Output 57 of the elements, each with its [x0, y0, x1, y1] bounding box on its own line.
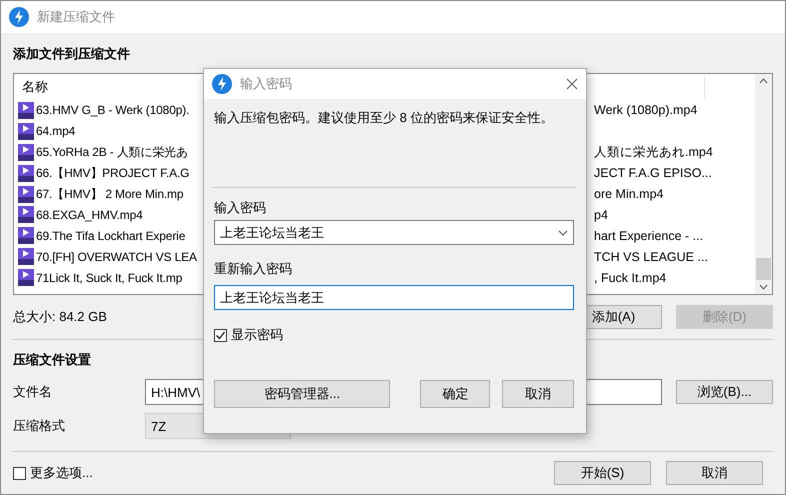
table-cell: TCH VS LEAGUE ...	[594, 250, 708, 264]
scroll-down-icon[interactable]	[759, 284, 768, 290]
file-name[interactable]: 71Lick It, Suck It, Fuck It.mp	[36, 270, 182, 285]
scroll-thumb[interactable]	[756, 258, 771, 280]
password-combo[interactable]: 上老王论坛当老王	[214, 220, 574, 245]
table-cell: 人類に栄光あれ.mp4	[594, 144, 713, 161]
field-label: 输入密码	[214, 199, 266, 217]
file-name[interactable]: 65.YoRHa 2B - 人類に栄光あ	[36, 144, 188, 161]
table-cell: Werk (1080p).mp4	[594, 103, 698, 118]
video-file-icon	[18, 102, 34, 119]
video-file-icon	[18, 122, 34, 140]
section-heading: 压缩文件设置	[13, 351, 92, 369]
app-logo-icon	[212, 74, 232, 94]
file-name[interactable]: 63.HMV G_B - Werk (1080p).	[36, 103, 190, 118]
checkbox[interactable]	[214, 328, 227, 342]
video-file-icon	[18, 269, 34, 286]
window-title: 新建压缩文件	[37, 8, 116, 26]
dialog-title: 输入密码	[240, 75, 293, 93]
app-logo-icon	[9, 7, 29, 27]
video-file-icon	[18, 227, 34, 244]
table-cell: ore Min.mp4	[594, 187, 664, 201]
video-file-icon	[18, 248, 34, 266]
column-header[interactable]: 名称	[22, 78, 48, 96]
file-name[interactable]: 64.mp4	[36, 124, 76, 138]
video-file-icon	[18, 206, 34, 224]
checkbox[interactable]	[13, 466, 26, 480]
field-label: 重新输入密码	[214, 260, 292, 278]
close-icon[interactable]	[566, 78, 578, 90]
cancel-button[interactable]: 取消	[666, 461, 763, 485]
file-name[interactable]: 69.The Tifa Lockhart Experie	[36, 228, 186, 243]
password-manager-button[interactable]: 密码管理器...	[214, 380, 390, 408]
file-name[interactable]: 66.【HMV】PROJECT F.A.G	[36, 164, 190, 182]
file-name[interactable]: 67.【HMV】 2 More Min.mp	[36, 186, 184, 202]
dropdown-caret-icon	[558, 230, 568, 236]
field-label: 文件名	[13, 383, 53, 401]
table-cell: hart Experience - ...	[594, 228, 704, 243]
start-button[interactable]: 开始(S)	[554, 461, 651, 485]
field-label: 压缩格式	[13, 417, 66, 435]
confirm-password-field[interactable]: 上老王论坛当老王	[214, 285, 574, 310]
cancel-button[interactable]: 取消	[502, 380, 574, 408]
total-size: 总大小: 84.2 GB	[13, 308, 107, 326]
file-name[interactable]: 68.EXGA_HMV.mp4	[36, 208, 143, 222]
video-file-icon	[18, 144, 34, 161]
table-cell: , Fuck It.mp4	[594, 270, 666, 285]
video-file-icon	[18, 164, 34, 182]
ok-button[interactable]: 确定	[420, 380, 490, 408]
table-cell: JECT F.A.G EPISO...	[594, 166, 712, 180]
scrollbar[interactable]	[755, 74, 772, 294]
table-cell: p4	[594, 208, 608, 222]
description-text: 输入压缩包密码。建议使用至少 8 位的密码来保证安全性。	[214, 110, 554, 125]
section-heading: 添加文件到压缩文件	[13, 45, 131, 63]
file-name[interactable]: 70.[FH] OVERWATCH VS LEA	[36, 250, 197, 264]
checkbox-label: 显示密码	[231, 326, 283, 344]
video-file-icon	[18, 186, 34, 202]
scroll-up-icon[interactable]	[759, 78, 768, 84]
browse-button[interactable]: 浏览(B)...	[676, 380, 773, 404]
checkbox-label: 更多选项...	[30, 464, 93, 482]
